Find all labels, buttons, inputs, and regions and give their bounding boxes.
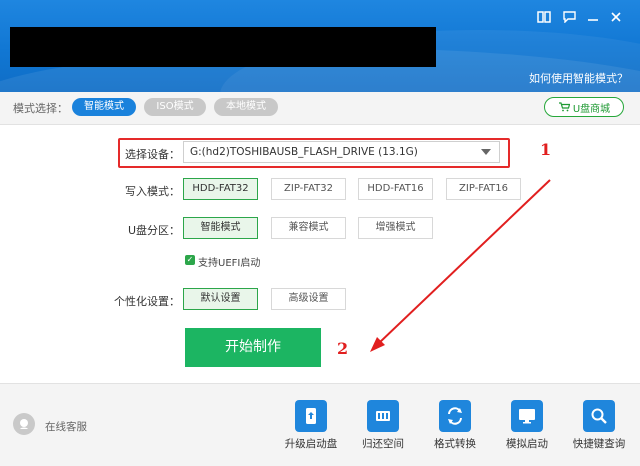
tab-local-mode[interactable]: 本地模式 xyxy=(214,98,278,116)
redacted-banner xyxy=(10,27,436,67)
annotation-box xyxy=(118,138,510,168)
mode-label: 模式选择： xyxy=(13,102,68,115)
tab-iso-mode[interactable]: ISO模式 xyxy=(144,98,206,116)
uefi-checkbox[interactable]: ✓ xyxy=(185,255,195,265)
shop-label: U盘商城 xyxy=(572,103,611,115)
tool-label: 格式转换 xyxy=(434,438,476,450)
hotkey-search-icon xyxy=(583,400,615,432)
tool-hotkey-search[interactable]: 快捷键查询 xyxy=(563,400,635,451)
help-link[interactable]: 如何使用智能模式？ xyxy=(529,70,628,86)
custom-option-advanced[interactable]: 高级设置 xyxy=(271,288,346,310)
upgrade-disk-icon xyxy=(295,400,327,432)
partition-option-smart[interactable]: 智能模式 xyxy=(183,217,258,239)
partition-option-enhanced[interactable]: 增强模式 xyxy=(358,217,433,239)
tab-smart-mode[interactable]: 智能模式 xyxy=(72,98,136,116)
start-button[interactable]: 开始制作 xyxy=(185,328,321,367)
write-mode-label: 写入模式： xyxy=(125,185,180,198)
write-option-hdd-fat16[interactable]: HDD-FAT16 xyxy=(358,178,433,200)
tool-label: 升级启动盘 xyxy=(284,438,338,450)
customer-service-icon[interactable] xyxy=(13,413,35,435)
cart-icon xyxy=(558,102,570,112)
book-icon[interactable] xyxy=(536,9,552,25)
customer-service-label[interactable]: 在线客服 xyxy=(45,419,87,434)
write-option-zip-fat16[interactable]: ZIP-FAT16 xyxy=(446,178,521,200)
custom-option-default[interactable]: 默认设置 xyxy=(183,288,258,310)
partition-option-compatible[interactable]: 兼容模式 xyxy=(271,217,346,239)
minimize-icon[interactable] xyxy=(585,9,601,25)
tool-label: 归还空间 xyxy=(362,438,404,450)
custom-settings-label: 个性化设置： xyxy=(114,295,180,308)
format-convert-icon xyxy=(439,400,471,432)
tool-format-convert[interactable]: 格式转换 xyxy=(419,400,491,451)
tool-upgrade-disk[interactable]: 升级启动盘 xyxy=(275,400,347,451)
tool-label: 快捷键查询 xyxy=(572,438,626,450)
tool-restore-space[interactable]: 归还空间 xyxy=(347,400,419,451)
close-icon[interactable] xyxy=(608,9,624,25)
tool-label: 模拟启动 xyxy=(506,438,548,450)
annotation-number-2: 2 xyxy=(337,339,349,358)
write-option-hdd-fat32[interactable]: HDD-FAT32 xyxy=(183,178,258,200)
partition-label: U盘分区： xyxy=(127,224,180,237)
chat-icon[interactable] xyxy=(561,9,577,25)
annotation-number-1: 1 xyxy=(540,140,552,159)
tool-simulate-boot[interactable]: 模拟启动 xyxy=(491,400,563,451)
write-option-zip-fat32[interactable]: ZIP-FAT32 xyxy=(271,178,346,200)
simulate-boot-icon xyxy=(511,400,543,432)
shop-button[interactable]: U盘商城 xyxy=(544,97,624,117)
uefi-label: 支持UEFI启动 xyxy=(198,258,261,269)
restore-space-icon xyxy=(367,400,399,432)
